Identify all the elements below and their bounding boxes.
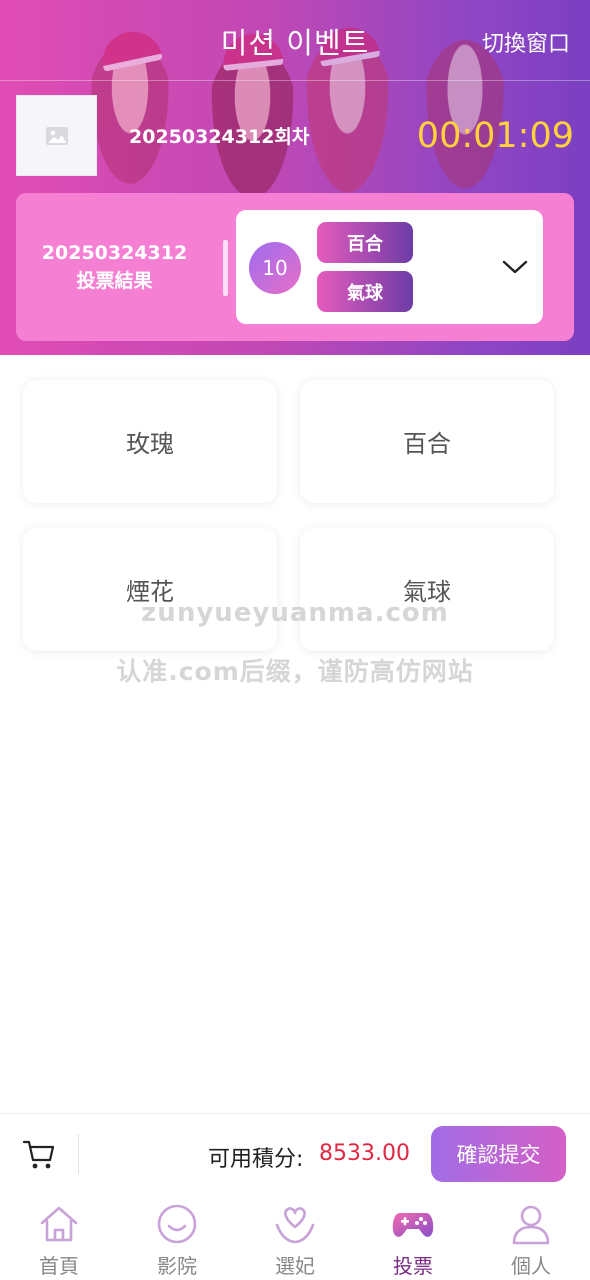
- tab-label: 首頁: [39, 1254, 79, 1278]
- switch-window-button[interactable]: 切換窗口: [482, 26, 570, 58]
- lottery-thumbnail: [16, 95, 97, 176]
- tab-profile[interactable]: 個人: [472, 1193, 590, 1280]
- image-placeholder-icon: [45, 126, 68, 145]
- tab-vote[interactable]: 投票: [354, 1193, 472, 1280]
- header-divider: [0, 80, 590, 81]
- tab-home[interactable]: 首頁: [0, 1193, 118, 1280]
- vote-option[interactable]: 玫瑰: [23, 380, 277, 503]
- result-label: 投票結果: [76, 270, 153, 292]
- bottom-tab-bar: 首頁 影院 選妃 投票 個人: [0, 1193, 590, 1280]
- chevron-down-icon[interactable]: [501, 257, 529, 277]
- submit-bar-divider: [78, 1134, 79, 1174]
- confirm-submit-button[interactable]: 確認提交: [431, 1126, 566, 1182]
- result-title: 20250324312 投票結果: [16, 239, 213, 295]
- smile-icon: [157, 1204, 197, 1244]
- result-divider: [223, 240, 228, 296]
- result-card: 20250324312 投票結果 10 百合 氣球: [16, 193, 574, 341]
- result-tag: 百合: [317, 222, 413, 263]
- tab-label: 個人: [511, 1254, 551, 1278]
- user-icon: [512, 1205, 550, 1245]
- tab-label: 投票: [393, 1254, 433, 1278]
- tab-select[interactable]: 選妃: [236, 1193, 354, 1280]
- vote-option[interactable]: 百合: [300, 380, 554, 503]
- vote-option[interactable]: 煙花: [23, 528, 277, 651]
- tab-label: 影院: [157, 1254, 197, 1278]
- round-label: 20250324312회차: [129, 126, 310, 148]
- home-icon: [40, 1206, 78, 1242]
- points-label: 可用積分:: [208, 1147, 304, 1172]
- submit-bar: 可用積分: 8533.00 確認提交: [0, 1113, 590, 1193]
- watermark-notice: 认准.com后缀，谨防高仿网站: [116, 657, 474, 686]
- cart-icon[interactable]: [22, 1139, 56, 1170]
- result-box: 10 百合 氣球: [236, 210, 543, 324]
- watermark-domain: zunyueyuanma.com: [141, 598, 449, 628]
- result-number-badge: 10: [249, 242, 301, 294]
- result-tag: 氣球: [317, 271, 413, 312]
- points-value: 8533.00: [319, 1141, 410, 1166]
- heart-person-icon: [275, 1207, 315, 1244]
- gamepad-icon: [392, 1213, 434, 1237]
- header-banner: 미션 이벤트 切換窗口 20250324312회차 00:01:09 20250…: [0, 0, 590, 355]
- tab-cinema[interactable]: 影院: [118, 1193, 236, 1280]
- vote-option[interactable]: 氣球: [300, 528, 554, 651]
- tab-label: 選妃: [275, 1254, 315, 1278]
- result-period: 20250324312: [41, 242, 188, 264]
- countdown-timer: 00:01:09: [416, 116, 574, 156]
